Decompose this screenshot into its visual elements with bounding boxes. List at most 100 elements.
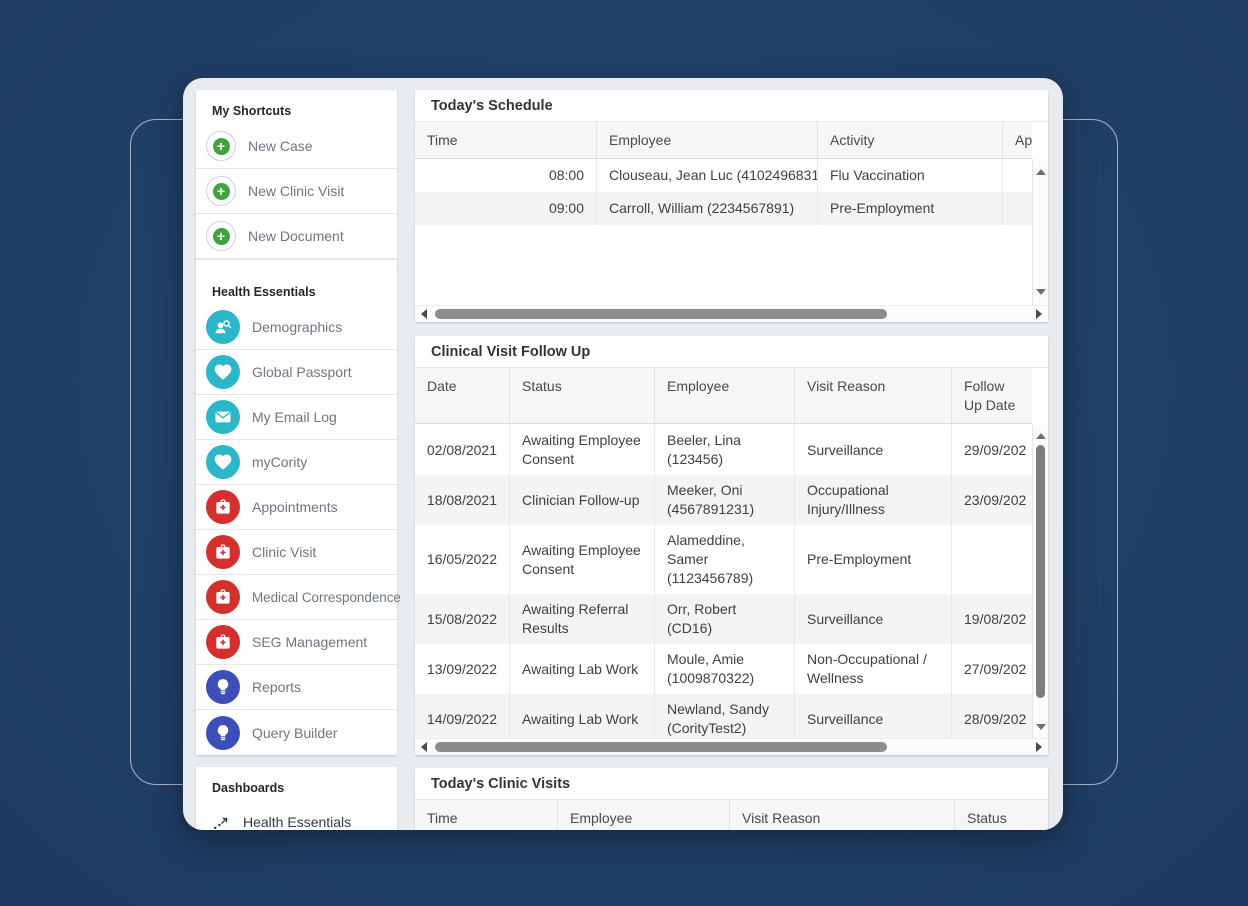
medical-bag-icon — [206, 535, 240, 569]
sidebar-item-mycority[interactable]: myCority — [196, 440, 397, 485]
cell-employee: Meeker, Oni (4567891231) — [655, 475, 795, 525]
cell-date: 16/05/2022 — [415, 525, 510, 594]
cell-date: 02/08/2021 — [415, 425, 510, 475]
vertical-scroll-thumb[interactable] — [1036, 445, 1045, 698]
scroll-right-arrow[interactable] — [1036, 742, 1042, 752]
sidebar-item-reports[interactable]: Reports — [196, 665, 397, 710]
followup-row[interactable]: 02/08/2021 Awaiting Employee Consent Bee… — [415, 425, 1032, 475]
scroll-up-arrow[interactable] — [1036, 433, 1046, 439]
sidebar-item-health-essentials-dashboard[interactable]: Health Essentials — [196, 801, 397, 830]
sidebar: My Shortcuts + New Case + New Clinic Vis… — [196, 78, 397, 830]
cell-employee: Carroll, William (2234567891) — [597, 192, 818, 225]
sidebar-item-appointments[interactable]: Appointments — [196, 485, 397, 530]
sidebar-item-medical-correspondence[interactable]: Medical Correspondence — [196, 575, 397, 620]
horizontal-scrollbar[interactable] — [415, 305, 1048, 322]
column-header-time[interactable]: Time — [415, 122, 597, 158]
scroll-left-arrow[interactable] — [421, 742, 427, 752]
sidebar-item-new-case[interactable]: + New Case — [196, 124, 397, 169]
heart-icon — [206, 355, 240, 389]
sidebar-item-label: New Clinic Visit — [248, 183, 344, 199]
cell-date: 15/08/2022 — [415, 594, 510, 644]
cell-time: 09:00 — [415, 192, 597, 225]
cell-status: Awaiting Lab Work — [510, 644, 655, 694]
todays-clinic-visits-panel: Today's Clinic Visits Time Employee Visi… — [415, 768, 1048, 830]
followup-row[interactable]: 18/08/2021 Clinician Follow-up Meeker, O… — [415, 475, 1032, 525]
scroll-up-arrow[interactable] — [1036, 169, 1046, 175]
column-header-employee[interactable]: Employee — [558, 800, 730, 830]
cell-visit-reason: Surveillance — [795, 425, 952, 475]
sidebar-item-label: Query Builder — [252, 725, 338, 741]
cell-status: Awaiting Employee Consent — [510, 425, 655, 475]
clinical-visit-follow-up-panel: Clinical Visit Follow Up Date Status Emp… — [415, 336, 1048, 755]
followup-row[interactable]: 13/09/2022 Awaiting Lab Work Moule, Amie… — [415, 644, 1032, 694]
scroll-down-arrow[interactable] — [1036, 289, 1046, 295]
followup-row[interactable]: 14/09/2022 Awaiting Lab Work Newland, Sa… — [415, 694, 1032, 744]
schedule-row[interactable]: 09:00 Carroll, William (2234567891) Pre-… — [415, 192, 1032, 225]
heart-icon — [206, 445, 240, 479]
plus-circle-icon: + — [206, 221, 236, 251]
medical-bag-icon — [206, 490, 240, 524]
cell-date: 18/08/2021 — [415, 475, 510, 525]
cell-employee: Moule, Amie (1009870322) — [655, 644, 795, 694]
cell-follow-up-date — [952, 525, 1032, 594]
cell-appointment — [1003, 192, 1032, 225]
horizontal-scroll-thumb[interactable] — [435, 309, 887, 319]
sidebar-item-label: SEG Management — [252, 634, 367, 650]
column-header-appointment-truncated[interactable]: Ap — [1003, 122, 1032, 158]
column-header-employee[interactable]: Employee — [655, 368, 795, 423]
cell-employee: Beeler, Lina (123456) — [655, 425, 795, 475]
schedule-row[interactable]: 08:00 Clouseau, Jean Luc (4102496831) Fl… — [415, 159, 1032, 192]
column-header-activity[interactable]: Activity — [818, 122, 1003, 158]
cell-visit-reason: Surveillance — [795, 694, 952, 744]
sidebar-item-new-document[interactable]: + New Document — [196, 214, 397, 259]
cell-employee: Alameddine, Samer (1123456789) — [655, 525, 795, 594]
sidebar-item-label: Global Passport — [252, 364, 352, 380]
horizontal-scroll-thumb[interactable] — [435, 742, 887, 752]
column-header-visit-reason[interactable]: Visit Reason — [730, 800, 955, 830]
sidebar-item-seg-management[interactable]: SEG Management — [196, 620, 397, 665]
shortcuts-heading: My Shortcuts — [196, 90, 397, 124]
column-header-employee[interactable]: Employee — [597, 122, 818, 158]
scroll-left-arrow[interactable] — [421, 309, 427, 319]
sidebar-item-label: Demographics — [252, 319, 342, 335]
sidebar-item-query-builder[interactable]: Query Builder — [196, 710, 397, 755]
horizontal-scrollbar[interactable] — [415, 738, 1048, 755]
column-header-follow-up-date[interactable]: Follow Up Date — [952, 368, 1032, 423]
scroll-down-arrow[interactable] — [1036, 724, 1046, 730]
column-header-time[interactable]: Time — [415, 800, 558, 830]
sidebar-item-label: My Email Log — [252, 409, 337, 425]
cell-visit-reason: Pre-Employment — [795, 525, 952, 594]
column-header-visit-reason[interactable]: Visit Reason — [795, 368, 952, 423]
sidebar-item-demographics[interactable]: Demographics — [196, 305, 397, 350]
clinical-visit-follow-up-grid: Date Status Employee Visit Reason Follow… — [415, 368, 1048, 755]
dashboards-heading: Dashboards — [196, 767, 397, 801]
column-header-date[interactable]: Date — [415, 368, 510, 423]
sidebar-item-global-passport[interactable]: Global Passport — [196, 350, 397, 395]
column-header-status[interactable]: Status — [955, 800, 1048, 830]
followup-row[interactable]: 15/08/2022 Awaiting Referral Results Orr… — [415, 594, 1032, 644]
scroll-right-arrow[interactable] — [1036, 309, 1042, 319]
sidebar-item-my-email-log[interactable]: My Email Log — [196, 395, 397, 440]
sidebar-item-clinic-visit[interactable]: Clinic Visit — [196, 530, 397, 575]
cell-follow-up-date: 19/08/202 — [952, 594, 1032, 644]
desktop-background: My Shortcuts + New Case + New Clinic Vis… — [0, 0, 1248, 906]
envelope-icon — [206, 400, 240, 434]
panel-title: Today's Clinic Visits — [415, 768, 1048, 800]
vertical-scrollbar[interactable] — [1032, 159, 1048, 305]
vertical-scrollbar[interactable] — [1032, 425, 1048, 738]
health-essentials-card: Health Essentials Demographics Global Pa… — [196, 271, 397, 755]
column-header-status[interactable]: Status — [510, 368, 655, 423]
shortcuts-card: My Shortcuts + New Case + New Clinic Vis… — [196, 90, 397, 272]
cell-activity: Flu Vaccination — [818, 159, 1003, 192]
todays-clinic-visits-grid: Time Employee Visit Reason Status — [415, 800, 1048, 830]
main-content: Today's Schedule Time Employee Activity … — [415, 78, 1048, 830]
followup-row[interactable]: 16/05/2022 Awaiting Employee Consent Ala… — [415, 525, 1032, 594]
cell-follow-up-date: 29/09/202 — [952, 425, 1032, 475]
sidebar-item-label: Medical Correspondence — [252, 590, 401, 605]
sidebar-item-new-clinic-visit[interactable]: + New Clinic Visit — [196, 169, 397, 214]
cell-status: Awaiting Referral Results — [510, 594, 655, 644]
person-search-icon — [206, 310, 240, 344]
panel-title: Clinical Visit Follow Up — [415, 336, 1048, 368]
todays-schedule-panel: Today's Schedule Time Employee Activity … — [415, 90, 1048, 322]
cell-employee: Orr, Robert (CD16) — [655, 594, 795, 644]
